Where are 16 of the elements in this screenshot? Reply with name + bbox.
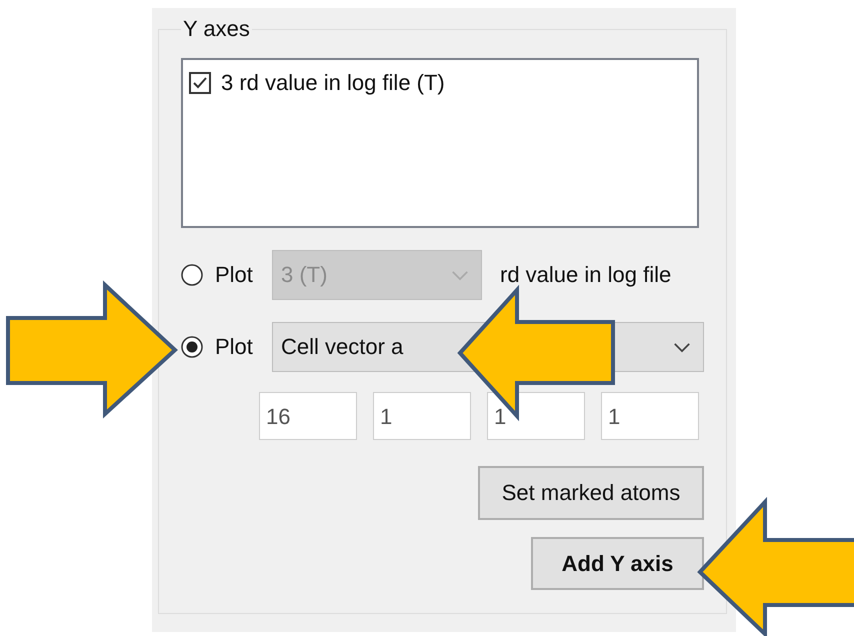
action-button[interactable]: Add Y axis	[531, 537, 704, 590]
radio-label[interactable]: Plot	[215, 262, 272, 288]
group-title: Y axes	[182, 16, 251, 42]
input-field[interactable]: 1	[601, 392, 699, 440]
input-field[interactable]: 1	[373, 392, 471, 440]
field-label: rd value in log file	[500, 262, 672, 288]
checkbox[interactable]	[189, 72, 211, 94]
radio-button[interactable]	[181, 264, 203, 286]
input-field[interactable]: 16	[259, 392, 357, 440]
radio-label[interactable]: Plot	[215, 334, 272, 360]
chevron-down-icon	[673, 342, 691, 352]
list-item-label[interactable]: 3 rd value in log file (T)	[221, 70, 445, 96]
chevron-down-icon	[451, 270, 469, 280]
action-button[interactable]: Set marked atoms	[478, 466, 704, 520]
input-field[interactable]: 1	[487, 392, 585, 440]
radio-button[interactable]	[181, 336, 203, 358]
